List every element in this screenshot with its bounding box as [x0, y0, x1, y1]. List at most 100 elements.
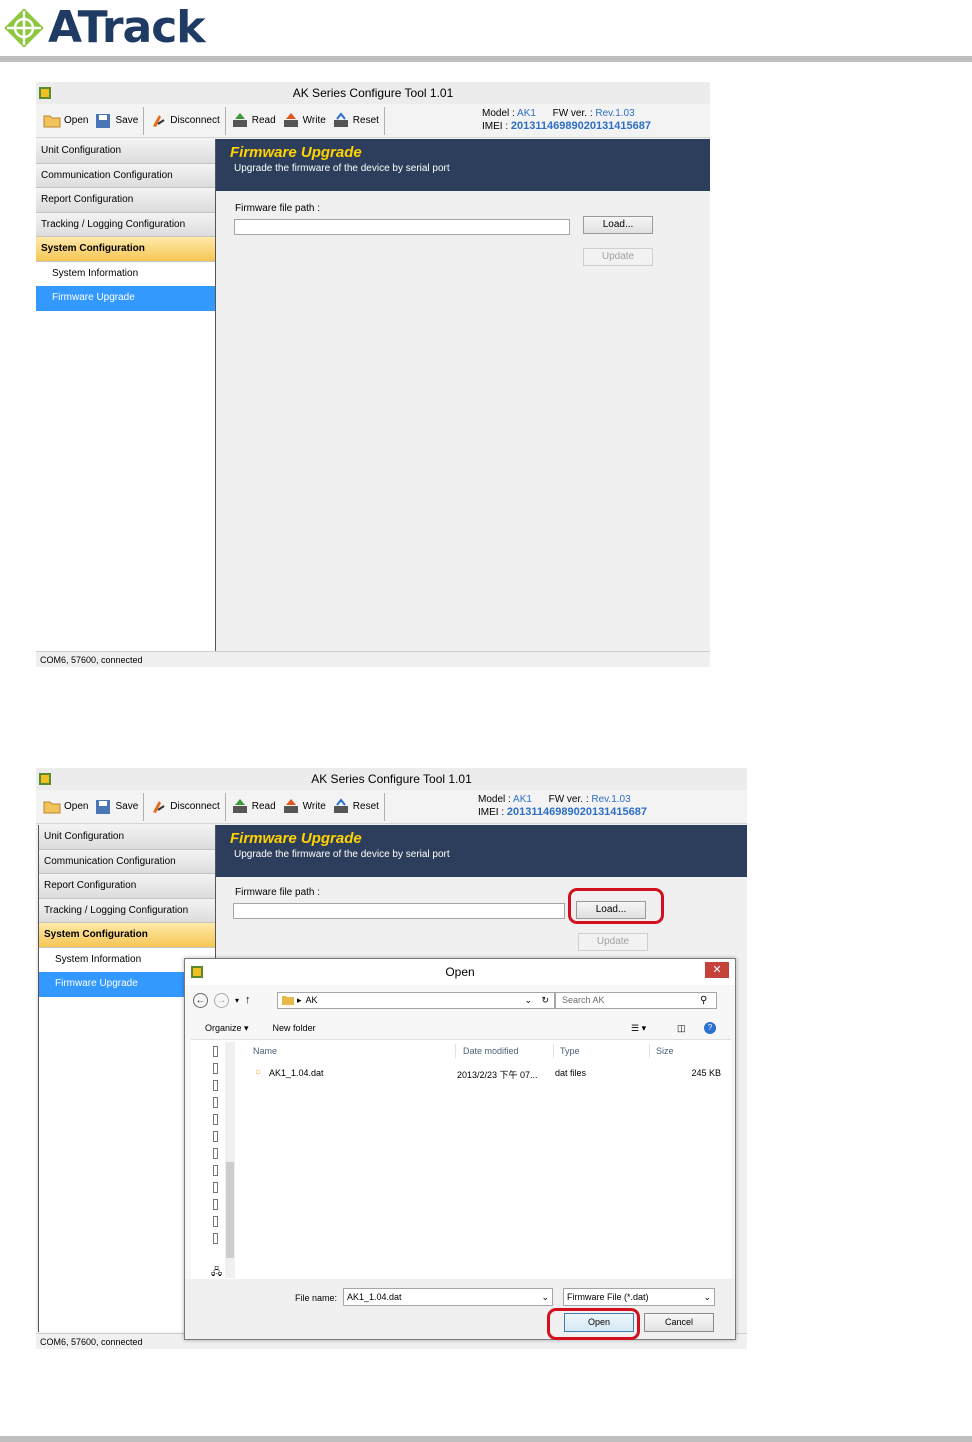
read-device-icon: [232, 112, 247, 127]
navigation-scrollbar[interactable]: [225, 1042, 235, 1278]
drive-icon[interactable]: [213, 1063, 218, 1074]
column-header-name[interactable]: Name: [253, 1046, 277, 1056]
sidebar-item-system-configuration[interactable]: System Configuration: [39, 923, 215, 948]
sidebar-item-tracking-logging-configuration[interactable]: Tracking / Logging Configuration: [36, 212, 215, 237]
back-arrow-icon[interactable]: ←: [193, 992, 208, 1008]
new-folder-button[interactable]: New folder: [273, 1023, 316, 1033]
sidebar-item-unit-configuration[interactable]: Unit Configuration: [36, 139, 215, 164]
column-divider: [553, 1044, 554, 1058]
toolbar-separator: [383, 106, 385, 135]
open-button[interactable]: Open: [40, 793, 91, 821]
file-name-input[interactable]: AK1_1.04.dat ⌄: [343, 1288, 553, 1306]
sidebar-subitem-firmware-upgrade[interactable]: Firmware Upgrade: [36, 286, 215, 311]
sidebar-item-tracking-logging-configuration[interactable]: Tracking / Logging Configuration: [39, 898, 215, 923]
drive-icon[interactable]: [213, 1216, 218, 1227]
drive-icon[interactable]: [213, 1148, 218, 1159]
file-type-filter-value: Firmware File (*.dat): [567, 1292, 649, 1302]
read-button-label: Read: [251, 801, 276, 812]
read-button[interactable]: Read: [228, 107, 279, 135]
navigation-pane: [213, 1046, 221, 1250]
toolbar-separator: [224, 106, 226, 135]
dialog-title: Open: [445, 965, 475, 979]
write-button[interactable]: Write: [279, 793, 329, 821]
read-button[interactable]: Read: [228, 793, 279, 821]
sidebar-item-communication-configuration[interactable]: Communication Configuration: [39, 849, 215, 874]
dat-file-icon: ○: [255, 1067, 262, 1078]
imei-value: 201311469890201314156​87: [510, 120, 652, 132]
file-path-input[interactable]: [234, 219, 570, 235]
file-path-input[interactable]: [233, 903, 565, 919]
address-bar[interactable]: ▸ AK ⌄ ↻: [277, 991, 555, 1009]
cancel-button[interactable]: Cancel: [644, 1313, 714, 1332]
disconnect-button[interactable]: Disconnect: [146, 107, 222, 135]
file-list-area: 🖧 Name Date modified Type Size ○ AK1_1.0…: [191, 1039, 731, 1279]
view-options-icon[interactable]: ☰ ▾: [631, 1023, 646, 1034]
disconnect-button[interactable]: Disconnect: [146, 793, 222, 821]
search-input[interactable]: Search AK: [555, 991, 717, 1009]
file-path-label: Firmware file path :: [235, 887, 321, 898]
sidebar-nav: Unit Configuration Communication Configu…: [36, 139, 216, 651]
recent-locations-icon[interactable]: ▾: [235, 996, 239, 1005]
disconnect-plug-icon: [153, 800, 165, 813]
sidebar-item-system-configuration[interactable]: System Configuration: [36, 237, 215, 262]
drive-icon[interactable]: [213, 1080, 218, 1091]
up-arrow-icon[interactable]: ↑: [245, 994, 251, 1006]
refresh-icon[interactable]: ↻: [541, 995, 549, 1006]
window-titlebar: AK Series Configure Tool 1.01: [36, 768, 747, 790]
column-header-date[interactable]: Date modified: [463, 1046, 519, 1056]
drive-icon[interactable]: [213, 1131, 218, 1142]
sidebar-item-report-configuration[interactable]: Report Configuration: [39, 874, 215, 899]
save-button[interactable]: Save: [91, 107, 141, 135]
model-value: AK1: [513, 794, 532, 805]
sidebar-item-communication-configuration[interactable]: Communication Configuration: [36, 163, 215, 188]
drive-icon[interactable]: [213, 1233, 218, 1244]
column-header-type[interactable]: Type: [560, 1046, 580, 1056]
file-type-filter[interactable]: Firmware File (*.dat) ⌄: [563, 1288, 715, 1306]
open-button[interactable]: Open: [40, 107, 91, 135]
chevron-down-icon[interactable]: ⌄: [541, 1289, 549, 1305]
update-button[interactable]: Update: [578, 933, 648, 951]
file-type: dat files: [555, 1068, 587, 1078]
toolbar: Open Save Disconnect Read Write Reset Mo…: [36, 104, 710, 138]
folder-icon: [43, 801, 61, 813]
drive-icon[interactable]: [213, 1199, 218, 1210]
write-device-icon: [283, 112, 298, 127]
close-icon[interactable]: ✕: [705, 962, 729, 978]
update-button[interactable]: Update: [583, 248, 653, 266]
reset-device-icon: [333, 111, 348, 127]
preview-pane-icon[interactable]: ◫: [677, 1023, 686, 1034]
page-title: Firmware Upgrade: [230, 144, 362, 161]
write-button-label: Write: [302, 115, 326, 126]
chevron-down-icon[interactable]: ⌄: [524, 995, 532, 1006]
address-row: ← → ▾ ↑ ▸ AK ⌄ ↻ Search AK ⚲: [193, 991, 725, 1009]
drive-icon[interactable]: [213, 1114, 218, 1125]
save-button[interactable]: Save: [91, 793, 141, 821]
write-button-label: Write: [302, 801, 326, 812]
window-title: AK Series Configure Tool 1.01: [311, 772, 472, 786]
device-info: Model : AK1 FW ver. : Rev.1.03 IMEI : 20…: [482, 107, 651, 133]
reset-button[interactable]: Reset: [329, 793, 382, 821]
chevron-down-icon[interactable]: ⌄: [703, 1289, 711, 1305]
sidebar-item-unit-configuration[interactable]: Unit Configuration: [39, 825, 215, 850]
save-button-label: Save: [115, 115, 139, 126]
column-header-size[interactable]: Size: [656, 1046, 674, 1056]
header-divider: [0, 56, 972, 62]
sidebar-item-report-configuration[interactable]: Report Configuration: [36, 188, 215, 213]
help-icon[interactable]: ?: [704, 1022, 716, 1034]
drive-icon[interactable]: [213, 1046, 218, 1057]
reset-button[interactable]: Reset: [329, 107, 382, 135]
drive-icon[interactable]: [213, 1182, 218, 1193]
page-subtitle: Upgrade the firmware of the device by se…: [234, 849, 450, 860]
sidebar-subitem-system-information[interactable]: System Information: [36, 261, 215, 286]
imei-label: IMEI :: [482, 121, 509, 132]
drive-icon[interactable]: [213, 1165, 218, 1176]
forward-arrow-icon[interactable]: →: [214, 992, 229, 1008]
load-button[interactable]: Load...: [583, 216, 653, 234]
scrollbar-thumb[interactable]: [226, 1162, 234, 1258]
drive-icon[interactable]: [213, 1097, 218, 1108]
toolbar: Open Save Disconnect Read Write Reset Mo…: [36, 790, 747, 824]
organize-button[interactable]: Organize ▾: [205, 1023, 249, 1034]
file-list-item[interactable]: ○ AK1_1.04.dat 2013/2/23 下午 07... dat fi…: [247, 1066, 721, 1082]
write-button[interactable]: Write: [279, 107, 329, 135]
model-label: Model :: [482, 108, 515, 119]
